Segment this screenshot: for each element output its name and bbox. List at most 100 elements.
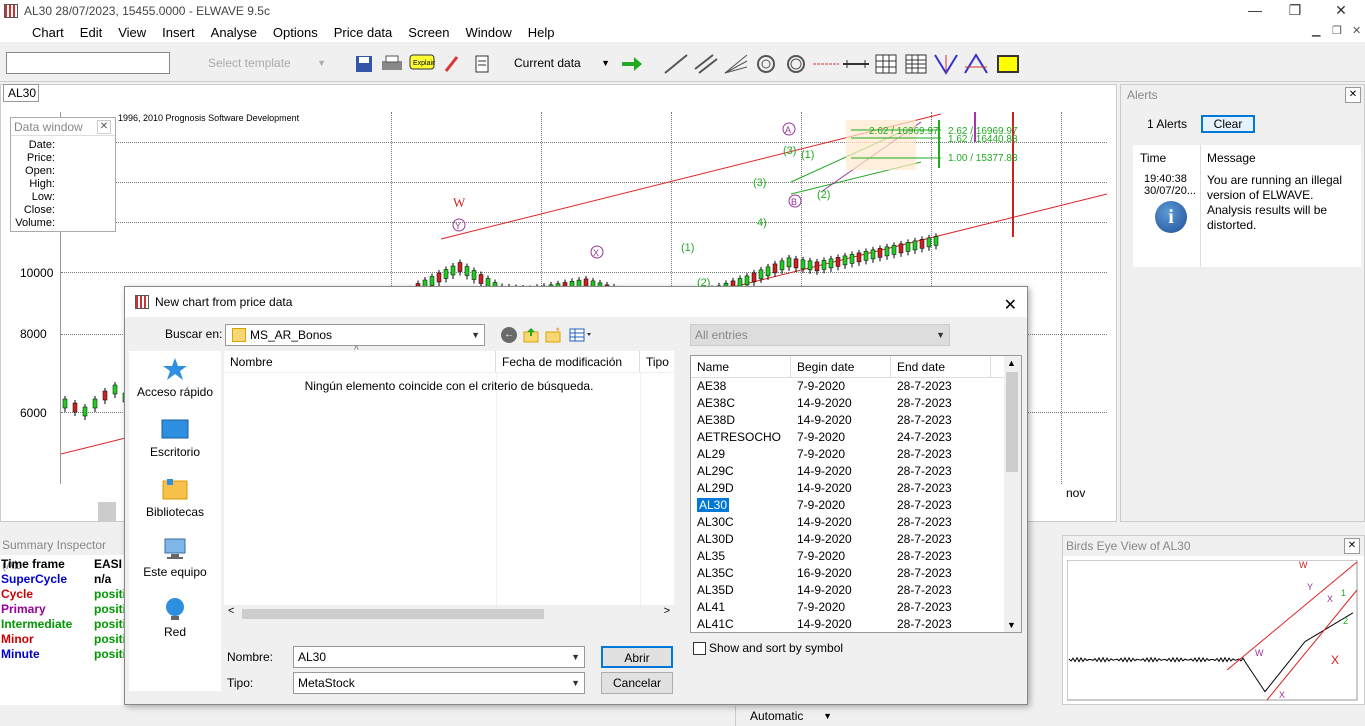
horizontal-line-icon[interactable]: [812, 50, 840, 78]
view-menu-icon[interactable]: [569, 327, 595, 343]
entry-row[interactable]: AL29D 14-9-2020 28-7-2023: [691, 480, 1021, 497]
candle: [884, 246, 890, 257]
file-type-select[interactable]: MetaStock ▼: [293, 672, 585, 694]
entry-row[interactable]: AL29 7-9-2020 28-7-2023: [691, 446, 1021, 463]
entry-row[interactable]: AE38D 14-9-2020 28-7-2023: [691, 412, 1021, 429]
menu-view[interactable]: View: [110, 25, 154, 40]
show-sort-label: Show and sort by symbol: [709, 641, 844, 655]
menu-price-data[interactable]: Price data: [326, 25, 401, 40]
new-folder-icon[interactable]: *: [545, 326, 563, 343]
menu-screen[interactable]: Screen: [400, 25, 457, 40]
scroll-thumb[interactable]: [242, 609, 544, 619]
entry-row[interactable]: AETRESOCHO 7-9-2020 24-7-2023: [691, 429, 1021, 446]
show-sort-checkbox[interactable]: [693, 642, 706, 655]
grid-icon[interactable]: [872, 50, 900, 78]
entry-row[interactable]: AE38C 14-9-2020 28-7-2023: [691, 395, 1021, 412]
template-select[interactable]: Select template ▼: [196, 52, 336, 74]
mdi-close-button[interactable]: ✕: [1352, 24, 1361, 37]
close-icon[interactable]: ✕: [97, 120, 111, 134]
scroll-up-icon[interactable]: ▲: [1007, 358, 1016, 368]
trendline-icon[interactable]: [662, 50, 690, 78]
close-button[interactable]: ✕: [1326, 2, 1356, 20]
col-fecha[interactable]: Fecha de modificación: [496, 351, 640, 372]
menu-window[interactable]: Window: [457, 25, 519, 40]
current-data-select[interactable]: Current data ▼: [506, 52, 616, 74]
file-name-input[interactable]: AL30 ▼: [293, 646, 585, 668]
candle: [772, 263, 778, 274]
entries-list[interactable]: Name Begin date End date AE38 7-9-2020 28-…: [690, 355, 1022, 633]
place-libraries[interactable]: Bibliotecas: [129, 471, 221, 531]
scroll-down-icon[interactable]: ▼: [1007, 620, 1016, 630]
close-icon[interactable]: ✕: [1004, 291, 1017, 321]
scroll-right-icon[interactable]: >: [664, 605, 670, 617]
entry-row[interactable]: AL30 7-9-2020 28-7-2023: [691, 497, 1021, 514]
clear-button[interactable]: Clear: [1201, 115, 1255, 133]
alerts-list[interactable]: Time Message 19:40:38 30/07/20... i You …: [1133, 145, 1361, 267]
entry-row[interactable]: AE38 7-9-2020 28-7-2023: [691, 378, 1021, 395]
entry-row[interactable]: AL30D 14-9-2020 28-7-2023: [691, 531, 1021, 548]
circle-icon[interactable]: [782, 50, 810, 78]
mdi-minimize-button[interactable]: ▁: [1312, 24, 1320, 37]
file-list[interactable]: ^ Nombre Fecha de modificación Tipo Ning…: [224, 345, 674, 621]
close-icon[interactable]: ✕: [1344, 538, 1360, 554]
back-icon[interactable]: ←: [501, 327, 517, 343]
birds-eye-chart[interactable]: W Y X X X W 1 2: [1067, 560, 1359, 702]
col-tipo[interactable]: Tipo: [640, 351, 674, 372]
entry-row[interactable]: AL30C 14-9-2020 28-7-2023: [691, 514, 1021, 531]
explain-icon[interactable]: Explain: [408, 50, 436, 78]
print-icon[interactable]: [378, 50, 406, 78]
entry-begin: 14-9-2020: [797, 413, 852, 427]
scroll-thumb[interactable]: [1006, 372, 1018, 472]
minimize-button[interactable]: —: [1240, 2, 1270, 20]
pencil-icon[interactable]: [438, 50, 466, 78]
menu-insert[interactable]: Insert: [154, 25, 203, 40]
entry-row[interactable]: AL41 7-9-2020 28-7-2023: [691, 599, 1021, 616]
entry-row[interactable]: AL41C 14-9-2020 28-7-2023: [691, 616, 1021, 632]
place-this-pc[interactable]: Este equipo: [129, 531, 221, 591]
document-icon[interactable]: [468, 50, 496, 78]
lookin-select[interactable]: MS_AR_Bonos ▼: [225, 324, 485, 346]
andrews-pitchfork-icon[interactable]: [932, 50, 960, 78]
symbol-input[interactable]: [6, 52, 170, 74]
spiral-icon[interactable]: [752, 50, 780, 78]
restore-button[interactable]: ❐: [1280, 2, 1310, 20]
channel-icon[interactable]: [692, 50, 720, 78]
up-folder-icon[interactable]: [523, 327, 539, 343]
chart-tab[interactable]: AL30: [3, 84, 39, 102]
scroll-left-icon[interactable]: <: [228, 605, 234, 617]
col-begin[interactable]: Begin date: [791, 356, 891, 377]
highlight-box-icon[interactable]: [994, 50, 1022, 78]
close-icon[interactable]: ✕: [1345, 87, 1361, 103]
menu-chart[interactable]: Chart: [24, 25, 72, 40]
menu-edit[interactable]: Edit: [72, 25, 110, 40]
save-icon[interactable]: [350, 50, 378, 78]
fan-icon[interactable]: [722, 50, 750, 78]
menu-help[interactable]: Help: [520, 25, 563, 40]
open-button[interactable]: Abrir: [601, 646, 673, 668]
entries-scrollbar[interactable]: ▲ ▼: [1004, 356, 1021, 632]
chart-scrollbar[interactable]: [98, 502, 116, 522]
entry-row[interactable]: AL29C 14-9-2020 28-7-2023: [691, 463, 1021, 480]
ruler-icon[interactable]: [842, 50, 870, 78]
empty-message: Ningún elemento coincide con el criterio…: [304, 379, 594, 393]
entry-row[interactable]: AL35 7-9-2020 28-7-2023: [691, 548, 1021, 565]
status-bar-mode[interactable]: Automatic ▼: [735, 706, 840, 726]
entry-row[interactable]: AL35C 16-9-2020 28-7-2023: [691, 565, 1021, 582]
file-list-scrollbar[interactable]: < >: [224, 605, 674, 621]
arrow-right-icon[interactable]: [618, 50, 646, 78]
entry-row[interactable]: AL35D 14-9-2020 28-7-2023: [691, 582, 1021, 599]
place-network[interactable]: Red: [129, 591, 221, 651]
filter-select[interactable]: All entries ▼: [690, 324, 950, 346]
entry-begin: 16-9-2020: [797, 566, 852, 580]
col-name[interactable]: Name: [691, 356, 791, 377]
place-quick-access[interactable]: Acceso rápido: [129, 351, 221, 411]
place-desktop[interactable]: Escritorio: [129, 411, 221, 471]
menu-options[interactable]: Options: [265, 25, 326, 40]
col-nombre[interactable]: Nombre: [224, 351, 496, 372]
col-end[interactable]: End date: [891, 356, 991, 377]
table-icon[interactable]: [902, 50, 930, 78]
triangle-icon[interactable]: [962, 50, 990, 78]
mdi-restore-button[interactable]: ❐: [1332, 24, 1342, 37]
cancel-button[interactable]: Cancelar: [601, 672, 673, 694]
menu-analyse[interactable]: Analyse: [203, 25, 265, 40]
